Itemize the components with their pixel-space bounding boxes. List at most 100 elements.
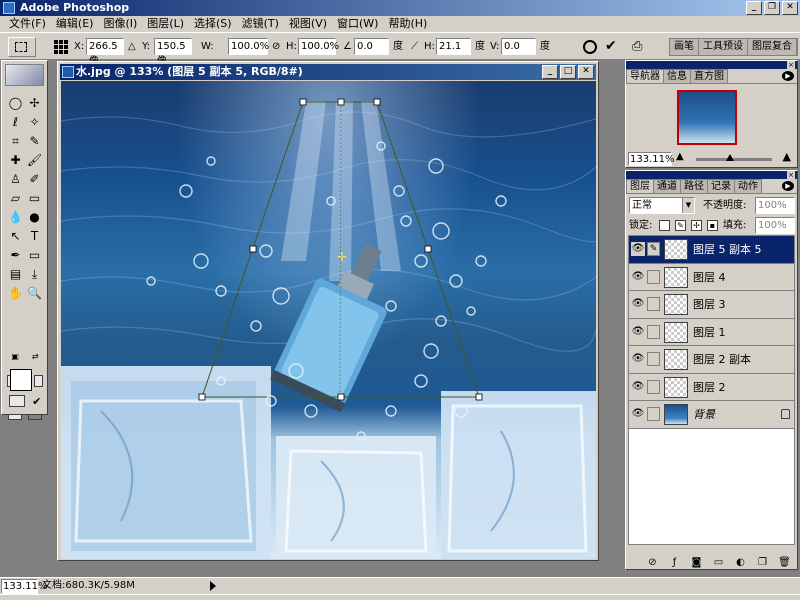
- link-slot-icon[interactable]: [647, 407, 660, 421]
- blur-tool-icon[interactable]: 💧: [6, 207, 25, 226]
- menu-layer[interactable]: 图层(L): [142, 16, 189, 32]
- menu-window[interactable]: 窗口(W): [332, 16, 383, 32]
- foreground-color-swatch[interactable]: [10, 369, 32, 391]
- file-browser-icon[interactable]: ⎙: [632, 38, 642, 55]
- brush-tool-icon[interactable]: 🖌: [25, 150, 44, 169]
- menu-select[interactable]: 选择(S): [189, 16, 237, 32]
- close-button[interactable]: ✕: [782, 1, 798, 15]
- default-colors-icon[interactable]: ▣: [11, 352, 19, 361]
- menu-image[interactable]: 图像(I): [98, 16, 142, 32]
- navigator-thumbnail[interactable]: [677, 90, 737, 145]
- commit-transform-icon[interactable]: ✔: [605, 37, 617, 55]
- layer-row[interactable]: 👁 背景: [629, 401, 794, 429]
- layer-row[interactable]: 👁 图层 1: [629, 318, 794, 346]
- zoom-in-icon[interactable]: ▲: [783, 150, 791, 163]
- tab-history[interactable]: 记录: [707, 179, 735, 193]
- tab-channels[interactable]: 通道: [653, 179, 681, 193]
- hand-tool-icon[interactable]: ✋: [6, 283, 25, 302]
- tab-paths[interactable]: 路径: [680, 179, 708, 193]
- imageready-icon[interactable]: [8, 395, 25, 407]
- history-brush-tool-icon[interactable]: ✐: [25, 169, 44, 188]
- move-tool-icon[interactable]: ✢: [25, 93, 44, 112]
- zoom-out-icon[interactable]: ▲: [676, 151, 684, 162]
- shape-tool-icon[interactable]: ▭: [25, 245, 44, 264]
- rotation-field[interactable]: 0.0: [354, 38, 389, 55]
- eye-icon[interactable]: 👁: [631, 407, 645, 421]
- layer-row[interactable]: 👁 图层 2 副本: [629, 346, 794, 374]
- type-tool-icon[interactable]: T: [25, 226, 44, 245]
- gradient-tool-icon[interactable]: ▭: [25, 188, 44, 207]
- h-skew-field[interactable]: 21.1: [436, 38, 471, 55]
- delete-layer-icon[interactable]: 🗑: [778, 557, 791, 569]
- link-icon[interactable]: ⊘: [272, 38, 280, 55]
- adobe-feather-logo[interactable]: [5, 64, 44, 86]
- navigator-drag-bar[interactable]: ×: [626, 61, 797, 69]
- slice-tool-icon[interactable]: ✎: [25, 131, 44, 150]
- magic-wand-tool-icon[interactable]: ✧: [25, 112, 44, 131]
- marquee-tool-icon[interactable]: ◯: [6, 93, 25, 112]
- layers-menu-icon[interactable]: ▶: [782, 181, 794, 191]
- eye-icon[interactable]: 👁: [631, 325, 645, 339]
- layer-row[interactable]: 👁 ✎ 图层 5 副本 5: [629, 236, 794, 264]
- eye-icon[interactable]: 👁: [631, 270, 645, 284]
- lock-position-icon[interactable]: ✢: [691, 220, 702, 231]
- dodge-tool-icon[interactable]: ●: [25, 207, 44, 226]
- layer-row[interactable]: 👁 图层 4: [629, 263, 794, 291]
- navigator-zoom-field[interactable]: 133.11%: [628, 152, 675, 166]
- opacity-field[interactable]: 100%: [755, 197, 795, 214]
- new-set-icon[interactable]: ▭: [712, 557, 725, 569]
- status-zoom-field[interactable]: 133.11%: [1, 579, 48, 594]
- palette-well-tool-presets[interactable]: 工具预设: [699, 39, 748, 55]
- lock-transparency-icon[interactable]: [659, 220, 670, 231]
- navigator-zoom-slider[interactable]: [696, 154, 772, 161]
- eye-icon[interactable]: 👁: [631, 352, 645, 366]
- healing-brush-tool-icon[interactable]: ✚: [6, 150, 25, 169]
- layers-close-icon[interactable]: ×: [787, 171, 795, 179]
- swap-colors-icon[interactable]: ⇄: [32, 352, 39, 361]
- pen-tool-icon[interactable]: ✒: [6, 245, 25, 264]
- layer-row[interactable]: 👁 图层 3: [629, 291, 794, 319]
- brush-icon[interactable]: ✎: [647, 242, 660, 256]
- clone-stamp-tool-icon[interactable]: ♙: [6, 169, 25, 188]
- menu-filter[interactable]: 滤镜(T): [237, 16, 284, 32]
- menu-view[interactable]: 视图(V): [284, 16, 332, 32]
- navigator-close-icon[interactable]: ×: [787, 61, 795, 69]
- eraser-tool-icon[interactable]: ▱: [6, 188, 25, 207]
- y-position-field[interactable]: 150.5 像: [154, 38, 192, 67]
- blend-mode-select[interactable]: 正常 ▼: [629, 197, 695, 214]
- new-layer-icon[interactable]: ❐: [756, 557, 769, 569]
- tab-info[interactable]: 信息: [663, 69, 691, 83]
- lock-all-icon[interactable]: ▪: [707, 220, 718, 231]
- layers-drag-bar[interactable]: ×: [626, 171, 797, 179]
- jump-check-icon[interactable]: ✔: [32, 395, 41, 408]
- doc-minimize-button[interactable]: _: [542, 65, 558, 79]
- zoom-slider-knob[interactable]: [726, 154, 734, 161]
- zoom-tool-icon[interactable]: 🔍: [25, 283, 44, 302]
- crop-tool-icon[interactable]: ⌗: [6, 131, 25, 150]
- cancel-transform-icon[interactable]: [583, 40, 597, 54]
- eye-icon[interactable]: 👁: [631, 380, 645, 394]
- x-position-field[interactable]: 266.5 像: [86, 38, 124, 67]
- doc-close-button[interactable]: ✕: [578, 65, 594, 79]
- eye-icon[interactable]: 👁: [631, 242, 645, 256]
- link-slot-icon[interactable]: [647, 269, 660, 284]
- link-slot-icon[interactable]: [647, 379, 660, 394]
- status-menu-arrow-icon[interactable]: [210, 581, 216, 591]
- lock-image-icon[interactable]: ✎: [675, 220, 686, 231]
- lasso-tool-icon[interactable]: ℓ: [6, 112, 25, 131]
- layer-row[interactable]: 👁 图层 2: [629, 373, 794, 401]
- tab-layers[interactable]: 图层: [626, 179, 654, 193]
- menu-edit[interactable]: 编辑(E): [51, 16, 99, 32]
- menu-help[interactable]: 帮助(H): [383, 16, 432, 32]
- doc-maximize-button[interactable]: □: [560, 65, 576, 79]
- minimize-button[interactable]: _: [746, 1, 762, 15]
- adjustment-layer-icon[interactable]: ◐: [734, 557, 747, 569]
- add-mask-icon[interactable]: ◙: [690, 557, 703, 569]
- reference-point-grid[interactable]: [54, 40, 68, 54]
- layer-style-icon[interactable]: ƒ: [668, 557, 681, 569]
- eyedropper-tool-icon[interactable]: ⤓: [25, 264, 44, 283]
- menu-file[interactable]: 文件(F): [4, 16, 51, 32]
- width-scale-field[interactable]: 100.0%: [228, 38, 269, 55]
- v-skew-field[interactable]: 0.0: [501, 38, 536, 55]
- tab-navigator[interactable]: 导航器: [626, 69, 664, 83]
